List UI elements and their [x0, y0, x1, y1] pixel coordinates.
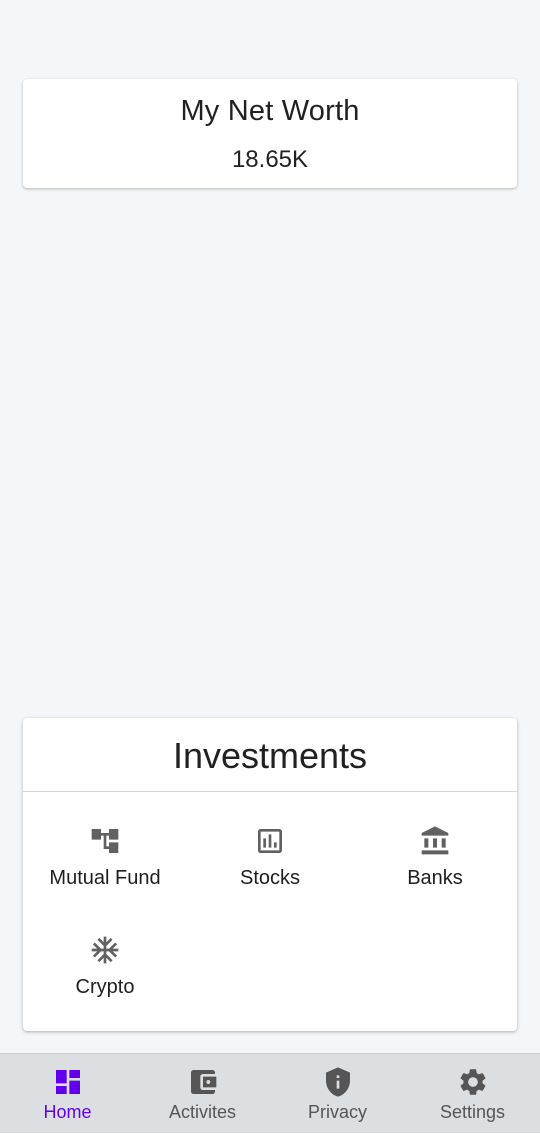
nav-item-label: Settings	[439, 1102, 506, 1122]
nav-item-settings[interactable]: Settings	[405, 1054, 540, 1134]
net-worth-card: My Net Worth 18.65K	[23, 79, 517, 188]
investment-stocks[interactable]: Stocks	[188, 825, 352, 905]
investment-banks[interactable]: Banks	[353, 825, 517, 905]
bank-icon	[421, 826, 449, 855]
nav-item-home[interactable]: Home	[0, 1054, 135, 1134]
account-tree-icon	[91, 829, 119, 853]
net-worth-title: My Net Worth	[180, 95, 360, 127]
investments-divider	[23, 791, 517, 792]
nav-item-label: Home	[43, 1102, 92, 1122]
bar-chart-icon	[258, 829, 282, 853]
investment-label: Stocks	[239, 867, 301, 889]
investment-mutual-fund[interactable]: Mutual Fund	[23, 825, 187, 905]
nav-item-privacy[interactable]: Privacy	[270, 1054, 405, 1134]
bottom-navigation: Home Activites Privacy Settings	[0, 1053, 540, 1133]
shield-icon	[325, 1067, 350, 1097]
investment-label: Crypto	[75, 976, 135, 998]
net-worth-value: 18.65K	[231, 146, 309, 173]
nav-item-label: Activites	[168, 1102, 237, 1122]
investment-crypto[interactable]: Crypto	[23, 934, 187, 1014]
investments-card: Investments Mutual Fund Stocks Banks Cry…	[23, 718, 517, 1031]
nav-item-activites[interactable]: Activites	[135, 1054, 270, 1134]
investment-label: Banks	[407, 867, 463, 889]
gear-icon	[460, 1069, 485, 1095]
wallet-icon	[190, 1070, 216, 1094]
investment-label: Mutual Fund	[49, 867, 161, 889]
investments-title: Investments	[172, 735, 368, 776]
dashboard-icon	[55, 1070, 80, 1094]
snowflake-icon	[91, 936, 119, 964]
nav-item-label: Privacy	[307, 1102, 367, 1122]
